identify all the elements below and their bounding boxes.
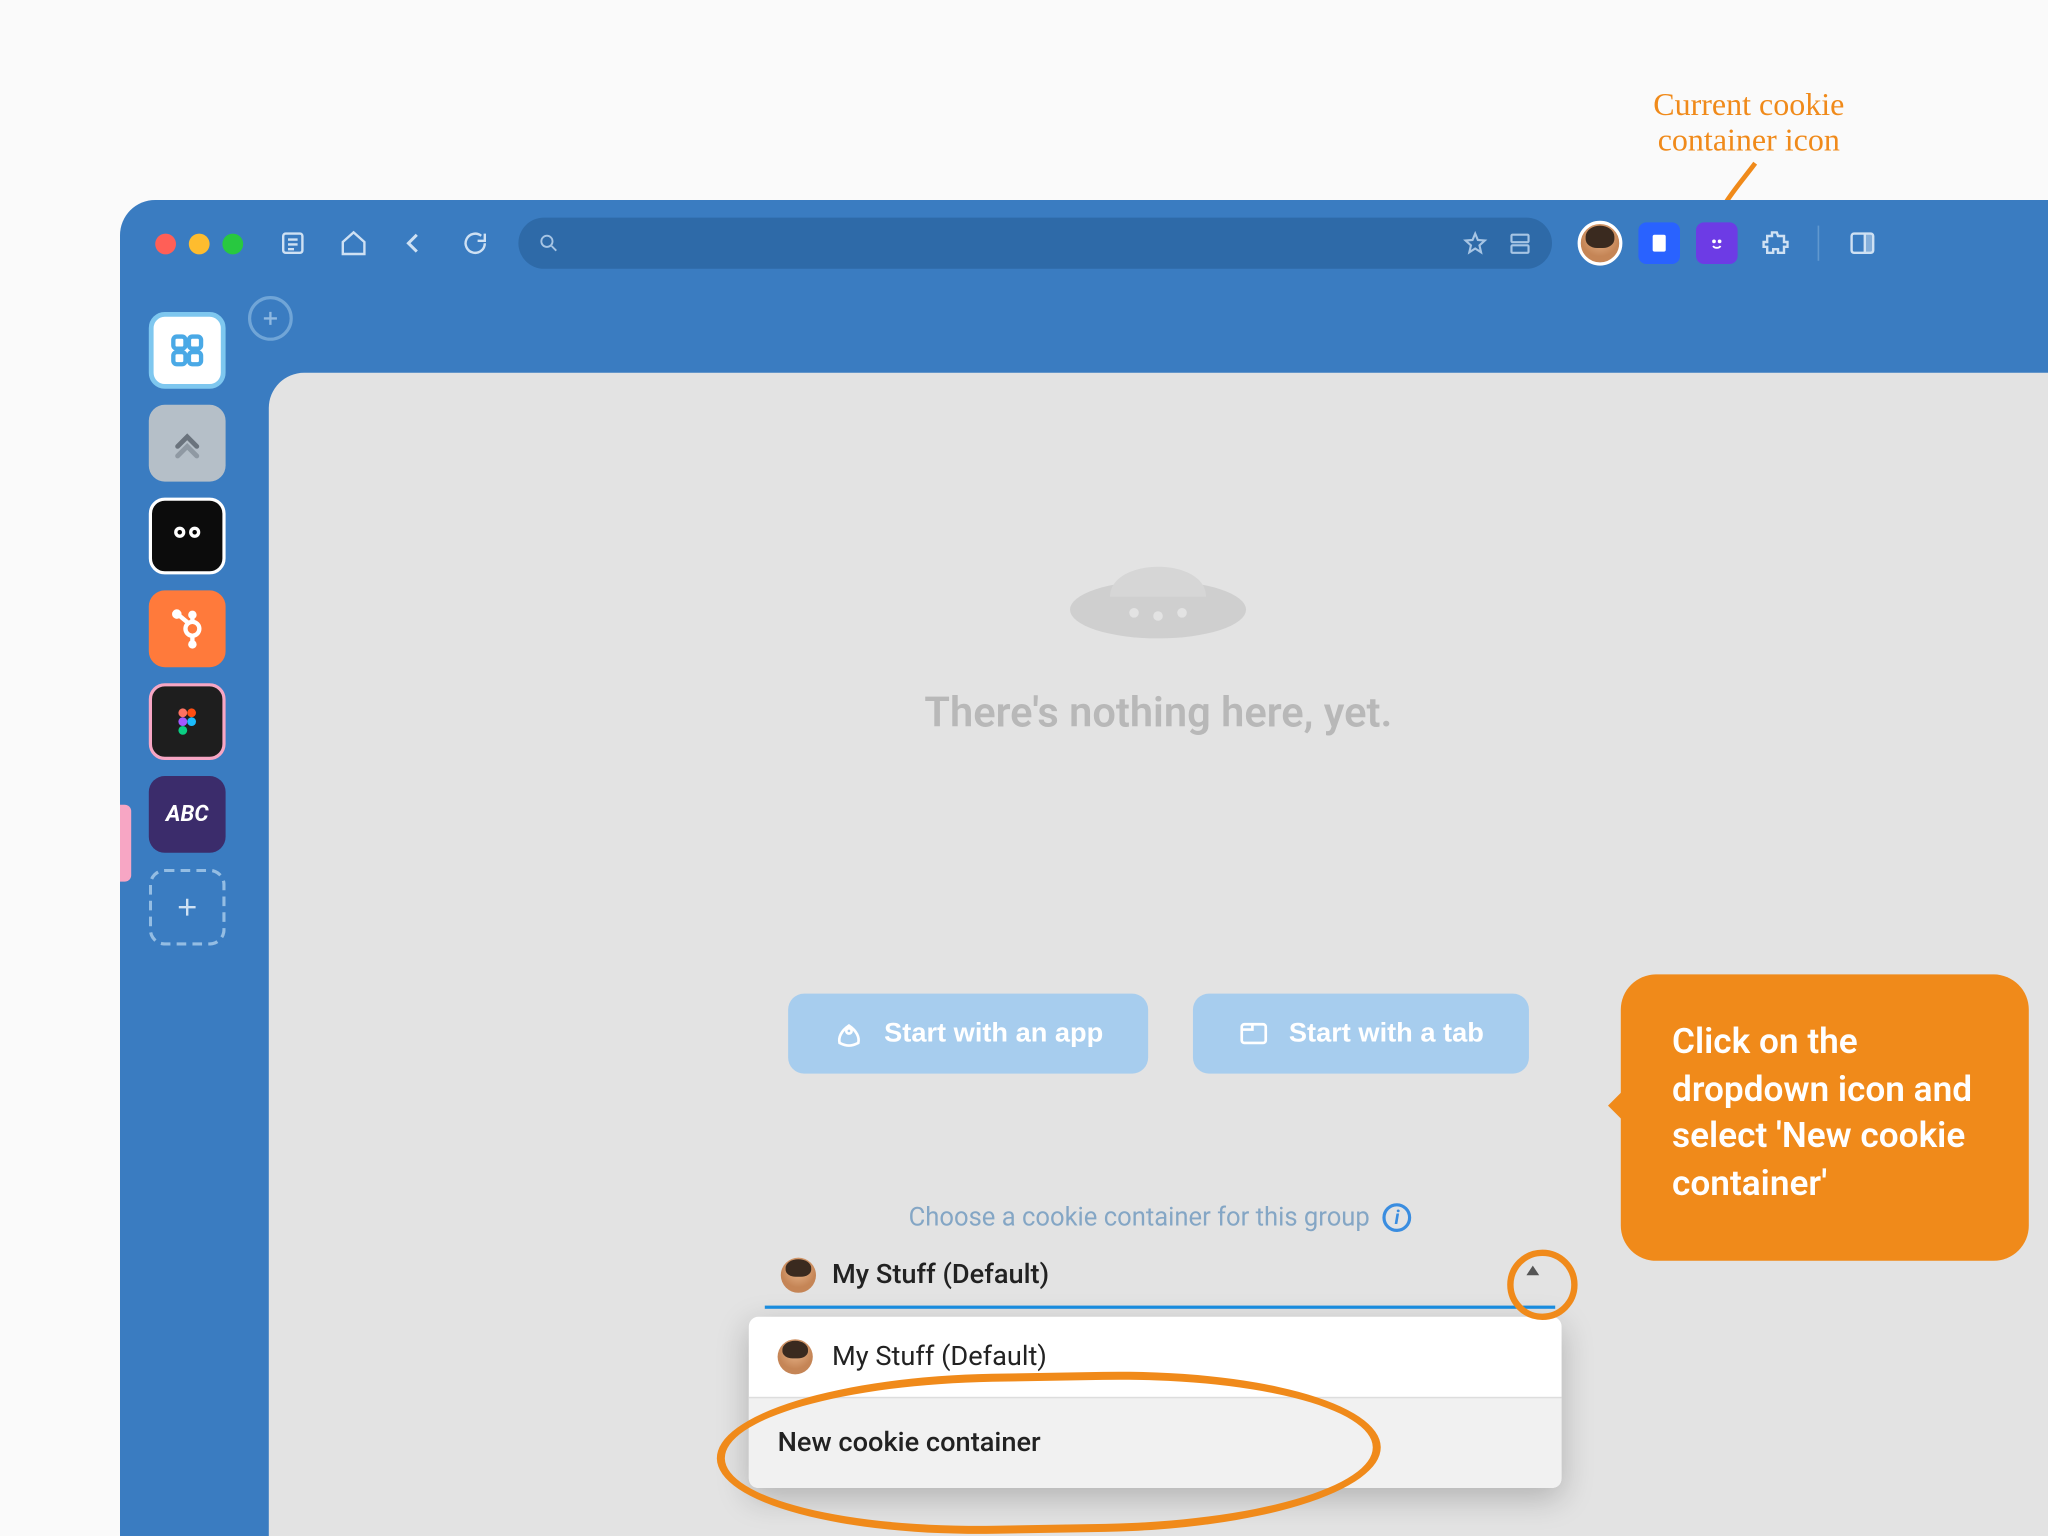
dropdown-option-label: My Stuff (Default) [832, 1341, 1047, 1373]
toolbar-divider [1818, 226, 1820, 261]
docs-extension-icon[interactable] [1638, 222, 1680, 264]
start-with-tab-button[interactable]: Start with a tab [1193, 994, 1529, 1074]
caret-up-icon [1525, 1262, 1541, 1278]
empty-state-text: There's nothing here, yet. [924, 690, 1392, 738]
chooser-label: Choose a cookie container for this group… [765, 1202, 1555, 1232]
minimize-window-icon[interactable] [189, 233, 210, 254]
container-avatar-icon [781, 1258, 816, 1293]
dropdown-caret-button[interactable] [1510, 1248, 1555, 1293]
container-dropdown: My Stuff (Default) New cookie container [749, 1317, 1562, 1488]
home-icon[interactable] [330, 219, 378, 267]
layout-group-icon[interactable] [1507, 230, 1533, 256]
info-icon[interactable]: i [1383, 1202, 1412, 1231]
cta-app-label: Start with an app [884, 1018, 1103, 1050]
empty-state: There's nothing here, yet. [924, 517, 1392, 738]
add-app-tile[interactable] [149, 869, 226, 946]
figma-tile[interactable] [149, 683, 226, 760]
titlebar [120, 200, 2048, 286]
apps-grid-tile[interactable] [149, 312, 226, 389]
side-panel-icon[interactable] [1842, 222, 1884, 264]
tab-icon [1238, 1018, 1270, 1050]
option-avatar-icon [778, 1339, 813, 1374]
dropdown-option-default[interactable]: My Stuff (Default) [749, 1317, 1562, 1397]
extensions-icon[interactable] [1754, 222, 1796, 264]
cookie-container-chooser: Choose a cookie container for this group… [765, 1202, 1555, 1309]
dropdown-option-new-container[interactable]: New cookie container [749, 1398, 1562, 1488]
smile-extension-icon[interactable] [1696, 222, 1738, 264]
workspace-indicator [120, 805, 131, 882]
annotation-callout: Click on the dropdown icon and select 'N… [1621, 974, 2029, 1260]
close-window-icon[interactable] [155, 233, 176, 254]
abc-app-tile[interactable]: ABC [149, 776, 226, 853]
rocket-icon [833, 1018, 865, 1050]
new-tab-button[interactable] [248, 296, 293, 341]
list-icon[interactable] [269, 219, 317, 267]
annotation-cookie-icon-label: Current cookie container icon [1605, 88, 1893, 158]
search-icon [538, 232, 560, 254]
hootsuite-tile[interactable] [149, 498, 226, 575]
container-select-value: My Stuff (Default) [832, 1259, 1049, 1291]
tab-strip [120, 286, 2048, 350]
maximize-window-icon[interactable] [222, 233, 243, 254]
window-controls[interactable] [155, 233, 243, 254]
abc-app-label: ABC [166, 802, 209, 828]
hubspot-tile[interactable] [149, 590, 226, 667]
app-sidebar: ABC [149, 312, 245, 946]
dropdown-option-label: New cookie container [778, 1427, 1041, 1459]
url-bar[interactable] [518, 218, 1552, 269]
reload-button[interactable] [451, 219, 499, 267]
content-area: There's nothing here, yet. Start with an… [269, 373, 2048, 1536]
start-with-app-button[interactable]: Start with an app [788, 994, 1148, 1074]
cta-row: Start with an app Start with a tab [788, 994, 1529, 1074]
back-button[interactable] [390, 219, 438, 267]
profile-avatar[interactable] [1578, 221, 1623, 266]
browser-window: ABC There's nothing here, yet. [120, 200, 2048, 1536]
container-select[interactable]: My Stuff (Default) [765, 1251, 1555, 1309]
clickup-tile[interactable] [149, 405, 226, 482]
cta-tab-label: Start with a tab [1289, 1018, 1484, 1050]
ufo-icon [1054, 517, 1262, 661]
star-icon[interactable] [1462, 230, 1488, 256]
